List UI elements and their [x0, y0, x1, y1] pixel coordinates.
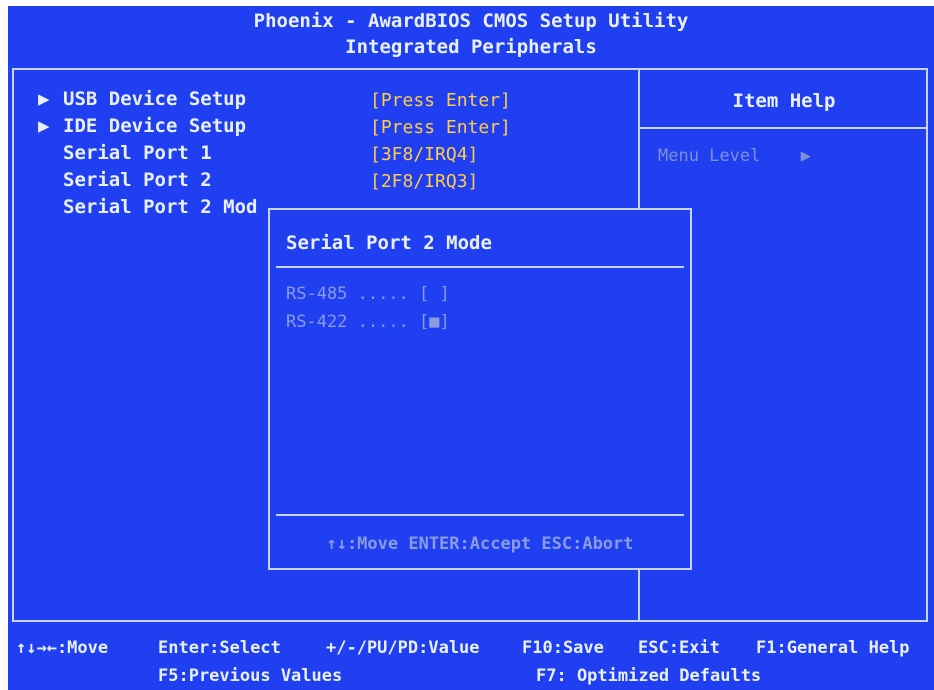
page-title: Integrated Peripherals: [345, 36, 597, 58]
key-select: Enter:Select: [158, 638, 281, 658]
menu-item-value[interactable]: [Press Enter]: [370, 117, 511, 138]
key-general-help: F1:General Help: [756, 638, 910, 658]
menu-item-label: Serial Port 2: [63, 169, 212, 191]
dialog-key-help: ↑↓:Move ENTER:Accept ESC:Abort: [326, 534, 634, 554]
menu-item-value[interactable]: [2F8/IRQ3]: [370, 171, 478, 192]
bios-screen: Phoenix - AwardBIOS CMOS Setup Utility I…: [8, 6, 934, 690]
bios-title: Phoenix - AwardBIOS CMOS Setup Utility I…: [8, 6, 934, 60]
menu-level-arrow-icon: ▶: [800, 146, 811, 166]
menu-item-value[interactable]: [3F8/IRQ4]: [370, 144, 478, 165]
option-rs-485[interactable]: RS-485 ..... [ ]: [286, 284, 450, 304]
menu-item-value[interactable]: [Press Enter]: [370, 90, 511, 111]
menu-item-label: IDE Device Setup: [63, 115, 247, 137]
menu-item-label: USB Device Setup: [63, 88, 247, 110]
submenu-arrow-icon: ▶: [38, 115, 50, 137]
key-previous-values: F5:Previous Values: [158, 666, 343, 686]
dialog-divider: [276, 266, 684, 268]
option-rs-422[interactable]: RS-422 ..... [■]: [286, 312, 450, 332]
serial-port-2-mode-dialog: Serial Port 2 Mode RS-485 ..... [ ] RS-4…: [268, 208, 692, 570]
utility-title: Phoenix - AwardBIOS CMOS Setup Utility: [253, 10, 689, 32]
menu-level-indicator: Menu Level ▶: [658, 146, 811, 166]
dialog-divider: [276, 514, 684, 516]
dialog-title: Serial Port 2 Mode: [286, 232, 492, 254]
key-value: +/-/PU/PD:Value: [326, 638, 480, 658]
item-help-title: Item Help: [732, 90, 836, 112]
menu-level-label: Menu Level: [658, 146, 761, 166]
menu-item-label: Serial Port 1: [63, 142, 212, 164]
submenu-arrow-icon: ▶: [38, 88, 50, 110]
key-move: ↑↓→←:Move: [16, 638, 109, 658]
menu-item-label: Serial Port 2 Mod: [63, 196, 258, 218]
key-optimized-defaults: F7: Optimized Defaults: [536, 666, 762, 686]
key-exit: ESC:Exit: [638, 638, 720, 658]
key-save: F10:Save: [522, 638, 604, 658]
help-divider: [640, 127, 928, 129]
